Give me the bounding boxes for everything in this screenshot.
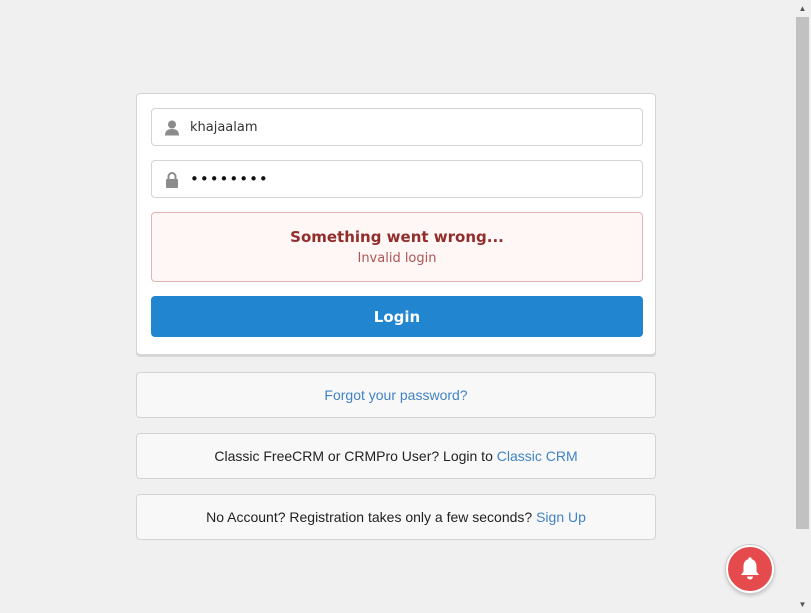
username-field[interactable] xyxy=(151,108,643,146)
error-header: Something went wrong... xyxy=(290,228,504,246)
error-message-box: Something went wrong... Invalid login xyxy=(151,212,643,282)
notification-button[interactable] xyxy=(726,545,774,593)
lock-icon xyxy=(165,172,179,188)
login-form-card: Something went wrong... Invalid login Lo… xyxy=(136,93,656,355)
bell-icon xyxy=(741,557,759,580)
forgot-password-link[interactable]: Forgot your password? xyxy=(324,387,467,403)
signup-text: No Account? Registration takes only a fe… xyxy=(206,509,537,525)
classic-crm-box: Classic FreeCRM or CRMPro User? Login to… xyxy=(136,433,656,479)
username-input[interactable] xyxy=(190,109,630,145)
password-field[interactable] xyxy=(151,160,643,198)
classic-crm-text: Classic FreeCRM or CRMPro User? Login to xyxy=(214,448,497,464)
scroll-up-arrow-icon[interactable]: ▲ xyxy=(794,0,811,17)
signup-link[interactable]: Sign Up xyxy=(536,509,586,525)
classic-crm-link[interactable]: Classic CRM xyxy=(497,448,578,464)
scrollbar[interactable]: ▲ ▼ xyxy=(794,0,811,613)
signup-box: No Account? Registration takes only a fe… xyxy=(136,494,656,540)
user-icon xyxy=(165,120,179,136)
scrollbar-thumb[interactable] xyxy=(796,17,809,529)
error-detail: Invalid login xyxy=(357,251,437,266)
scroll-down-arrow-icon[interactable]: ▼ xyxy=(794,596,811,613)
forgot-password-box: Forgot your password? xyxy=(136,372,656,418)
login-button[interactable]: Login xyxy=(151,296,643,337)
password-input[interactable] xyxy=(190,161,630,197)
